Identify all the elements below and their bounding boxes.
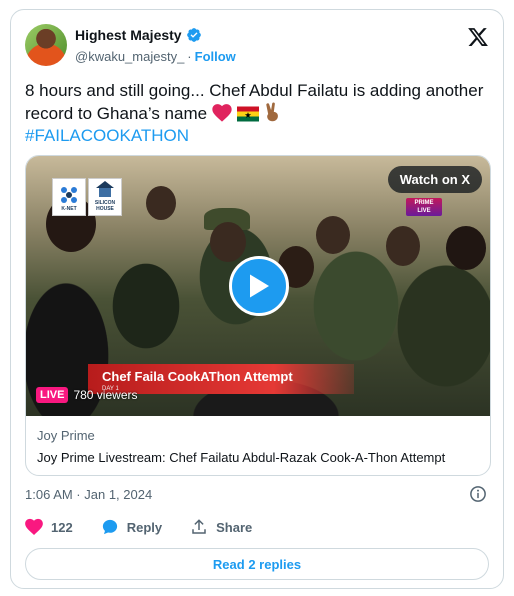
media-meta: Joy Prime Joy Prime Livestream: Chef Fai… bbox=[26, 416, 490, 465]
reply-bubble-icon bbox=[102, 519, 117, 535]
share-label: Share bbox=[216, 519, 253, 535]
reply-label: Reply bbox=[126, 519, 163, 535]
crowd-figure bbox=[210, 222, 246, 262]
sponsor-logo-name: K-NET bbox=[61, 206, 77, 212]
tweet-card: Highest Majesty @kwaku_majesty_ · Follow… bbox=[10, 9, 504, 589]
live-indicator: LIVE 780 viewers bbox=[36, 387, 137, 403]
media-source: Joy Prime bbox=[37, 428, 95, 443]
crowd-figure bbox=[446, 226, 486, 270]
media-title[interactable]: Joy Prime Livestream: Chef Failatu Abdul… bbox=[37, 450, 479, 465]
share-upload-icon bbox=[192, 519, 206, 534]
play-icon bbox=[250, 274, 269, 298]
tweet-timestamp[interactable]: 1:06 AM · Jan 1, 2024 bbox=[25, 487, 152, 502]
author-handle[interactable]: @kwaku_majesty_ bbox=[75, 49, 184, 64]
author-display-name[interactable]: Highest Majesty bbox=[75, 27, 182, 43]
author-name-row: Highest Majesty bbox=[75, 27, 202, 43]
follow-button[interactable]: Follow bbox=[195, 49, 236, 64]
knet-logo-icon bbox=[61, 187, 77, 203]
prime-badge-line: PRIME bbox=[414, 200, 434, 206]
author-handle-row: @kwaku_majesty_ · Follow bbox=[75, 49, 236, 64]
prime-badge-line: LIVE bbox=[417, 208, 431, 214]
ghana-flag-icon bbox=[236, 106, 259, 122]
video-player[interactable]: K-NET SILICON HOUSE Watch on X PRIME LIV… bbox=[26, 156, 490, 416]
watch-on-x-button[interactable]: Watch on X bbox=[387, 166, 482, 193]
viewer-count: 780 viewers bbox=[73, 388, 138, 402]
avatar[interactable] bbox=[25, 24, 67, 66]
prime-live-badge: PRIME LIVE bbox=[406, 198, 442, 216]
victory-hand-icon bbox=[266, 102, 279, 122]
red-heart-icon bbox=[212, 104, 232, 122]
lower-third-title: Chef Faila CookAThon Attempt bbox=[102, 369, 293, 384]
sponsor-logo: K-NET bbox=[52, 178, 86, 216]
live-badge: LIVE bbox=[36, 387, 69, 403]
like-button[interactable]: 122 bbox=[25, 518, 73, 536]
x-logo-icon[interactable] bbox=[467, 26, 489, 48]
action-bar: 122 Reply Share bbox=[25, 518, 252, 536]
play-button[interactable] bbox=[229, 256, 289, 316]
info-icon[interactable] bbox=[469, 485, 487, 503]
reply-button[interactable]: Reply bbox=[101, 518, 162, 536]
sponsor-logo: SILICON HOUSE bbox=[88, 178, 122, 216]
share-button[interactable]: Share bbox=[190, 518, 252, 536]
crowd-figure bbox=[386, 226, 420, 266]
separator-dot: · bbox=[187, 49, 192, 64]
silicon-house-logo-icon bbox=[96, 181, 114, 197]
read-replies-button[interactable]: Read 2 replies bbox=[25, 548, 489, 580]
like-count: 122 bbox=[51, 519, 73, 535]
tweet-text: 8 hours and still going... Chef Abdul Fa… bbox=[25, 80, 495, 147]
verified-badge-icon bbox=[186, 28, 201, 42]
heart-icon bbox=[25, 518, 43, 535]
crowd-figure bbox=[316, 216, 350, 254]
sponsor-logo-name: SILICON HOUSE bbox=[94, 200, 116, 212]
media-card[interactable]: K-NET SILICON HOUSE Watch on X PRIME LIV… bbox=[25, 155, 491, 476]
crowd-figure bbox=[146, 186, 176, 220]
hashtag-link[interactable]: #FAILACOOKATHON bbox=[25, 125, 495, 147]
